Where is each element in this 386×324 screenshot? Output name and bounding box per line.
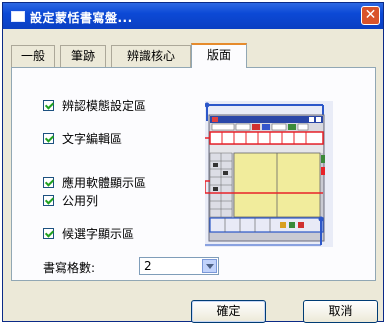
option-common-bar[interactable]: 公用列 <box>43 192 98 208</box>
ok-button[interactable]: 確定 <box>191 300 266 323</box>
option-recognition-mode-area[interactable]: 辨認模態設定區 <box>43 97 146 113</box>
checkbox-text-edit-area[interactable] <box>43 132 54 144</box>
option-label: 文字編輯區 <box>62 131 123 146</box>
grid-count-label: 書寫格數: <box>43 261 96 275</box>
option-label: 公用列 <box>62 193 99 208</box>
option-text-edit-area[interactable]: 文字編輯區 <box>43 130 122 146</box>
option-candidate-area[interactable]: 候選字顯示區 <box>43 225 134 241</box>
checkbox-common-bar[interactable] <box>43 194 54 206</box>
cancel-button[interactable]: 取消 <box>303 300 378 323</box>
tab-general[interactable]: 一般 <box>11 45 55 67</box>
option-app-display-area[interactable]: 應用軟體顯示區 <box>43 174 146 190</box>
title-bar[interactable]: 設定蒙恬書寫盤... ✕ <box>3 3 383 29</box>
window-title: 設定蒙恬書寫盤... <box>30 11 133 25</box>
tab-layout[interactable]: 版面 <box>191 43 247 68</box>
layout-preview-graphic <box>204 101 333 247</box>
tab-recognition-core[interactable]: 辨識核心 <box>111 45 191 67</box>
checkbox-recognition-mode-area[interactable] <box>43 99 54 111</box>
layout-preview-image <box>204 101 333 247</box>
grid-count-select[interactable]: 2 <box>139 257 219 275</box>
chevron-down-icon[interactable] <box>202 259 217 273</box>
option-label: 辨認模態設定區 <box>62 98 147 113</box>
option-label: 候選字顯示區 <box>62 226 135 241</box>
tab-handwriting[interactable]: 筆跡 <box>60 45 106 67</box>
close-button[interactable]: ✕ <box>361 6 380 25</box>
checkbox-candidate-area[interactable] <box>43 227 54 239</box>
grid-count-value: 2 <box>144 259 152 273</box>
checkbox-app-display-area[interactable] <box>43 176 54 188</box>
settings-dialog: 設定蒙恬書寫盤... ✕ 一般 筆跡 辨識核心 版面 辨認模態設定區 文字編輯區… <box>2 2 384 323</box>
option-label: 應用軟體顯示區 <box>62 175 147 190</box>
window-icon <box>11 11 25 22</box>
